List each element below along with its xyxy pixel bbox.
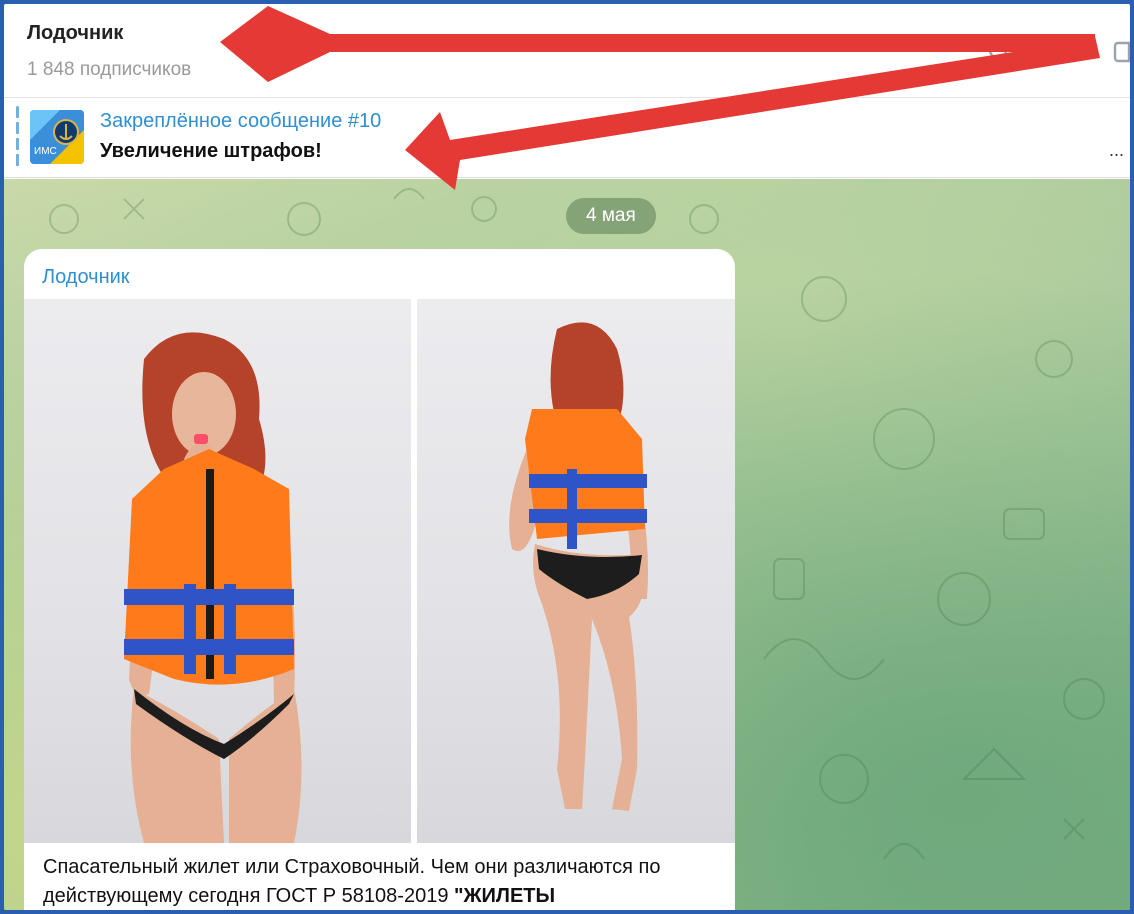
channel-title[interactable]: Лодочник — [27, 22, 123, 45]
sidebar-toggle-icon[interactable] — [1112, 38, 1130, 66]
chat-header[interactable]: Лодочник 1 848 подписчиков — [4, 4, 1130, 98]
more-options-icon[interactable]: ... — [1109, 140, 1124, 161]
pinned-thumbnail: ИМС — [30, 110, 84, 164]
date-separator: 4 мая — [566, 198, 656, 234]
live-stream-icon[interactable] — [1052, 38, 1080, 66]
thumb-label: ИМС — [34, 146, 57, 157]
caption-text: Спасательный жилет или Страховочный. Чем… — [43, 856, 661, 907]
message-author[interactable]: Лодочник — [42, 266, 130, 289]
message-caption: Спасательный жилет или Страховочный. Чем… — [43, 853, 723, 910]
message-bubble[interactable]: Лодочник Спасательный жилет или Страхово… — [24, 249, 735, 910]
search-icon[interactable] — [986, 38, 1014, 66]
photo-life-vest-back[interactable] — [417, 299, 735, 843]
pinned-text[interactable]: Увеличение штрафов! — [100, 140, 322, 163]
pinned-title[interactable]: Закреплённое сообщение #10 — [100, 110, 381, 133]
pinned-indicator — [16, 106, 19, 168]
subscriber-count: 1 848 подписчиков — [27, 59, 192, 80]
telegram-window: Лодочник 1 848 подписчиков ИМС Закреплён… — [4, 4, 1130, 910]
pinned-message-bar[interactable]: ИМС Закреплённое сообщение #10 Увеличени… — [4, 98, 1130, 178]
chat-area[interactable]: 4 мая Лодочник Спасательный жилет или Ст… — [4, 179, 1130, 910]
caption-bold: "ЖИЛЕТЫ — [454, 885, 556, 907]
photo-life-vest-front[interactable] — [24, 299, 411, 843]
